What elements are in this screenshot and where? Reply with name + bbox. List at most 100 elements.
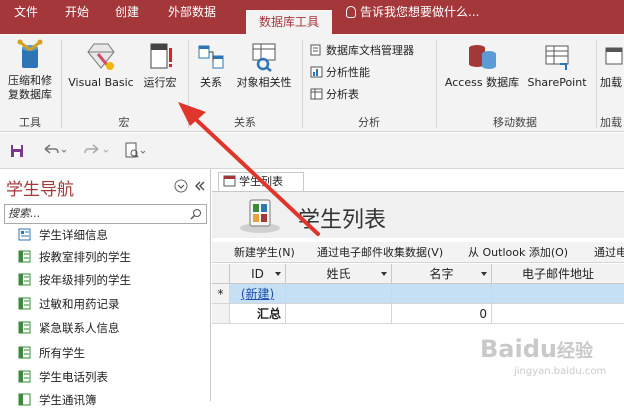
document-area: 学生列表 学生列表 新建学生(N) 通过电子邮件收集数据(V) 从 Outloo… <box>212 169 624 401</box>
form-icon <box>223 175 236 187</box>
nav-item-by-classroom[interactable]: 按教室排列的学生 <box>18 247 131 267</box>
nav-item-phone-list[interactable]: 学生电话列表 <box>18 367 108 387</box>
new-row-marker[interactable]: * <box>212 284 230 304</box>
collect-email-link[interactable]: 通过电子邮件收集数据(V) <box>317 242 443 262</box>
print-preview-icon[interactable] <box>124 142 148 160</box>
nav-item-student-details[interactable]: 学生详细信息 <box>18 225 108 245</box>
sharepoint-button[interactable]: SharePoint <box>524 38 590 90</box>
group-addins-label: 加载 <box>600 116 622 129</box>
nav-item-address-book[interactable]: 学生通讯簿 <box>18 390 97 410</box>
report-icon <box>18 393 31 406</box>
group-macro-label: 宏 <box>118 116 130 129</box>
visual-basic-button[interactable]: Visual Basic <box>66 38 136 90</box>
new-student-link[interactable]: 新建学生(N) <box>234 242 295 262</box>
tab-external-data[interactable]: 外部数据 <box>152 0 232 34</box>
visual-basic-icon <box>87 43 115 70</box>
new-row-last-name-cell[interactable] <box>286 284 392 304</box>
nav-pane-title[interactable]: 学生导航 <box>6 175 74 200</box>
search-icon[interactable] <box>190 208 202 220</box>
more-action-link[interactable]: 通过电 <box>594 242 624 262</box>
nav-item-allergies[interactable]: 过敏和用药记录 <box>18 294 120 314</box>
nav-item-label: 学生通讯簿 <box>39 393 97 407</box>
run-macro-button[interactable]: 运行宏 <box>138 38 182 90</box>
nav-item-all-students[interactable]: 所有学生 <box>18 343 85 363</box>
report-icon <box>18 297 31 310</box>
sort-dropdown-icon[interactable] <box>381 272 387 276</box>
column-header-label: 姓氏 <box>326 267 351 281</box>
compact-repair-button[interactable]: 压缩和修 复数据库 <box>2 38 58 102</box>
column-header-last-name[interactable]: 姓氏 <box>286 264 392 284</box>
column-header-email[interactable]: 电子邮件地址 <box>492 264 624 284</box>
nav-item-label: 学生电话列表 <box>39 370 108 384</box>
navigation-pane: 学生导航 搜索... 学生详细信息 按教室排列的学生 按年级排列的学生 过敏和用… <box>0 169 211 407</box>
datasheet-grid: ID 姓氏 名字 电子邮件地址 * (新建) 汇总 0 <box>212 264 624 401</box>
addins-button[interactable]: 加载 <box>600 38 624 90</box>
save-icon[interactable] <box>10 144 24 158</box>
redo-icon[interactable] <box>84 143 110 159</box>
watermark-brand-cn: 经验 <box>556 341 593 362</box>
group-separator <box>188 40 189 128</box>
add-from-outlook-link[interactable]: 从 Outlook 添加(O) <box>468 242 568 262</box>
total-value: 0 <box>392 304 492 324</box>
object-dependencies-icon <box>252 43 276 72</box>
new-row-id-cell[interactable]: (新建) <box>230 284 286 304</box>
sharepoint-label: SharePoint <box>527 76 587 89</box>
nav-search-input[interactable]: 搜索... <box>4 204 207 224</box>
watermark-brand-text: Baidu <box>480 335 557 363</box>
sort-dropdown-icon[interactable] <box>481 272 487 276</box>
analyze-table-button[interactable]: 分析表 <box>310 86 359 104</box>
compact-label-2: 复数据库 <box>8 88 52 101</box>
column-header-label: 名字 <box>429 267 454 281</box>
addins-icon <box>605 47 623 65</box>
nav-item-emergency-contacts[interactable]: 紧急联系人信息 <box>18 318 120 338</box>
access-database-button[interactable]: Access 数据库 <box>440 38 524 90</box>
object-dependencies-button[interactable]: 对象相关性 <box>230 38 298 90</box>
document-tab[interactable]: 学生列表 <box>218 172 304 192</box>
report-icon <box>18 250 31 263</box>
quick-access-toolbar <box>0 133 624 169</box>
documenter-icon <box>310 44 321 56</box>
nav-menu-dropdown-icon[interactable] <box>174 179 188 193</box>
relationships-icon <box>198 45 224 69</box>
form-header: 学生列表 <box>212 192 624 238</box>
new-row-first-name-cell[interactable] <box>392 284 492 304</box>
ribbon: 压缩和修 复数据库 工具 Visual Basic 运行宏 宏 关系 对象相关性… <box>0 34 624 132</box>
column-header-id[interactable]: ID <box>230 264 286 284</box>
tab-file[interactable]: 文件 <box>0 0 52 34</box>
ribbon-tab-bar: 文件 开始 创建 外部数据 数据库工具 告诉我您想要做什么... <box>0 0 624 34</box>
tab-database-tools[interactable]: 数据库工具 <box>246 10 332 34</box>
new-row-email-cell[interactable] <box>492 284 624 304</box>
group-relations-label: 关系 <box>234 116 256 129</box>
undo-icon[interactable] <box>42 143 68 159</box>
run-macro-label: 运行宏 <box>143 76 177 89</box>
nav-item-by-grade[interactable]: 按年级排列的学生 <box>18 270 131 290</box>
student-list-logo-icon <box>240 199 280 233</box>
report-icon <box>18 273 31 286</box>
database-documenter-button[interactable]: 数据库文档管理器 <box>310 42 414 60</box>
report-icon <box>18 346 31 359</box>
form-title: 学生列表 <box>298 208 387 233</box>
total-label: 汇总 <box>230 304 286 324</box>
new-record-link[interactable]: (新建) <box>241 287 274 301</box>
tab-home[interactable]: 开始 <box>52 0 102 34</box>
compact-repair-icon <box>17 39 43 68</box>
report-icon <box>18 370 31 383</box>
tell-me-box[interactable]: 告诉我您想要做什么... <box>346 0 479 24</box>
collapse-pane-icon[interactable] <box>192 179 206 193</box>
group-separator <box>61 40 62 128</box>
relationships-button[interactable]: 关系 <box>193 38 229 90</box>
group-separator <box>436 40 437 128</box>
group-separator <box>302 40 303 128</box>
sort-dropdown-icon[interactable] <box>275 272 281 276</box>
access-database-label: Access 数据库 <box>444 76 520 89</box>
relationships-label: 关系 <box>200 76 222 89</box>
nav-item-label: 所有学生 <box>39 346 85 360</box>
row-selector-header[interactable] <box>212 264 230 284</box>
compact-label-1: 压缩和修 <box>8 74 52 87</box>
column-header-label: ID <box>251 267 264 281</box>
column-header-first-name[interactable]: 名字 <box>392 264 492 284</box>
tab-create[interactable]: 创建 <box>102 0 152 34</box>
document-tab-label: 学生列表 <box>239 175 283 188</box>
report-icon <box>18 321 31 334</box>
analyze-performance-button[interactable]: 分析性能 <box>310 64 370 82</box>
